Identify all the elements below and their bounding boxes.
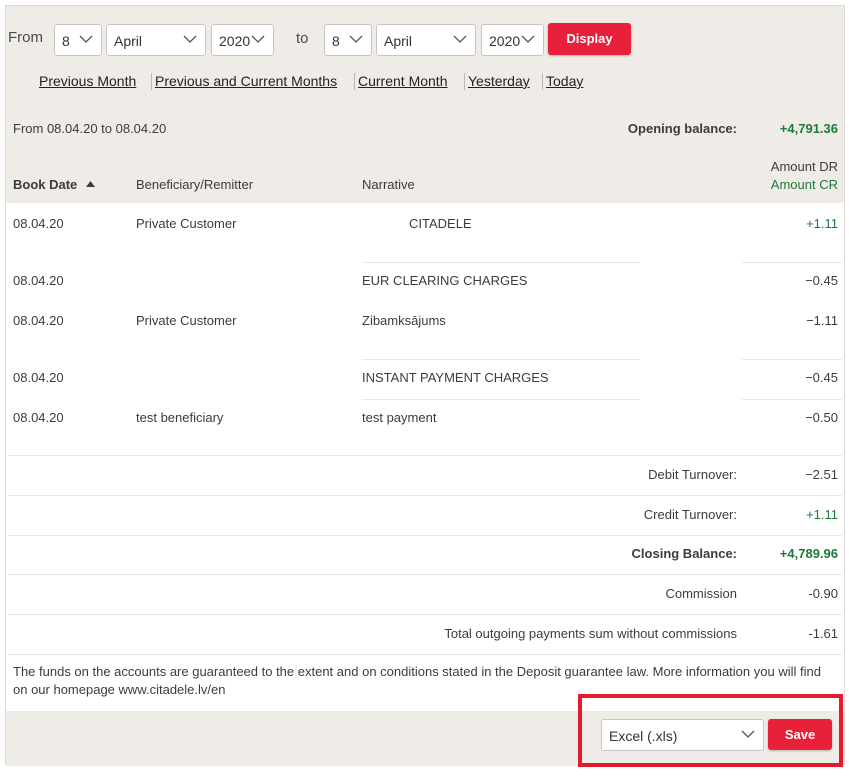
chevron-down-icon [251,35,265,43]
row-beneficiary: Private Customer [136,313,237,328]
summary-divider [8,495,842,496]
column-book-date[interactable]: Book Date [13,177,95,192]
link-separator [354,73,355,90]
total-outgoing-value: -1.61 [808,626,838,641]
quick-link-previous-and-current-months[interactable]: Previous and Current Months [155,73,337,89]
from-year-select[interactable]: 2020 [211,24,274,56]
statement-header: From 08.04.20 to 08.04.20 Opening balanc… [6,106,844,203]
column-amount-cr: Amount CR [770,177,838,192]
row-date: 08.04.20 [13,410,64,425]
to-month-value: April [384,33,413,49]
row-divider [742,359,842,360]
summary-divider [8,574,842,575]
link-separator [151,73,152,90]
to-year-value: 2020 [489,33,521,49]
from-day-select[interactable]: 8 [54,24,102,56]
statement-body: 08.04.20 Private Customer CITADELE +1.11… [6,203,844,711]
to-year-select[interactable]: 2020 [481,24,544,56]
row-narrative: test payment [362,410,437,425]
row-date: 08.04.20 [13,216,64,231]
credit-turnover-value: +1.11 [806,507,838,522]
chevron-down-icon [453,35,467,43]
link-separator [464,73,465,90]
column-beneficiary: Beneficiary/Remitter [136,177,254,192]
statement-period: From 08.04.20 to 08.04.20 [13,121,167,136]
row-divider [362,262,640,263]
row-divider [362,399,640,400]
row-divider [742,262,842,263]
quick-link-today[interactable]: Today [546,73,583,89]
summary-divider [8,654,842,655]
commission-label: Commission [665,586,737,601]
row-amount: +1.11 [806,216,838,231]
quick-link-current-month[interactable]: Current Month [358,73,447,89]
chevron-down-icon [349,35,363,43]
summary-divider [8,614,842,615]
row-narrative: CITADELE [409,216,472,231]
to-month-select[interactable]: April [376,24,476,56]
opening-balance-label: Opening balance: [627,121,737,136]
from-month-value: April [114,33,143,49]
closing-balance-label: Closing Balance: [631,546,737,561]
row-amount: −1.11 [806,313,838,328]
row-divider [362,359,640,360]
statement-table: From 08.04.20 to 08.04.20 Opening balanc… [6,106,844,711]
date-filter-bar: From 8 April 2020 to 8 April 2020 Displa… [6,6,844,106]
from-month-select[interactable]: April [106,24,206,56]
closing-balance-value: +4,789.96 [779,546,838,561]
column-amount-dr: Amount DR [770,159,838,174]
chevron-down-icon [521,35,535,43]
row-date: 08.04.20 [13,370,64,385]
row-amount: −0.45 [805,370,838,385]
quick-link-previous-month[interactable]: Previous Month [39,73,136,89]
row-divider [742,399,842,400]
summary-divider [8,535,842,536]
credit-turnover-label: Credit Turnover: [643,507,737,522]
debit-turnover-label: Debit Turnover: [648,467,737,482]
opening-balance-value: +4,791.36 [779,121,838,136]
from-day-value: 8 [62,33,70,49]
row-amount: −0.50 [805,410,838,425]
row-amount: −0.45 [805,273,838,288]
chevron-down-icon [79,35,93,43]
column-book-date-label: Book Date [13,177,78,192]
row-narrative: INSTANT PAYMENT CHARGES [362,370,549,385]
debit-turnover-value: −2.51 [805,467,838,482]
column-narrative: Narrative [362,177,415,192]
from-label: From [8,29,43,46]
row-beneficiary: Private Customer [136,216,237,231]
highlight-box [578,694,843,767]
sort-ascending-icon [85,181,95,187]
row-date: 08.04.20 [13,273,64,288]
statement-panel: From 8 April 2020 to 8 April 2020 Displa… [5,5,845,766]
link-separator [542,73,543,90]
total-outgoing-label: Total outgoing payments sum without comm… [444,626,737,641]
summary-divider [8,455,842,456]
display-button[interactable]: Display [548,23,631,55]
row-narrative: Zibamksājums [362,313,446,328]
row-beneficiary: test beneficiary [136,410,224,425]
quick-link-yesterday[interactable]: Yesterday [468,73,530,89]
to-label: to [296,30,309,47]
to-day-value: 8 [332,33,340,49]
to-day-select[interactable]: 8 [324,24,372,56]
row-date: 08.04.20 [13,313,64,328]
commission-value: -0.90 [808,586,838,601]
row-narrative: EUR CLEARING CHARGES [362,273,528,288]
from-year-value: 2020 [219,33,251,49]
chevron-down-icon [183,35,197,43]
